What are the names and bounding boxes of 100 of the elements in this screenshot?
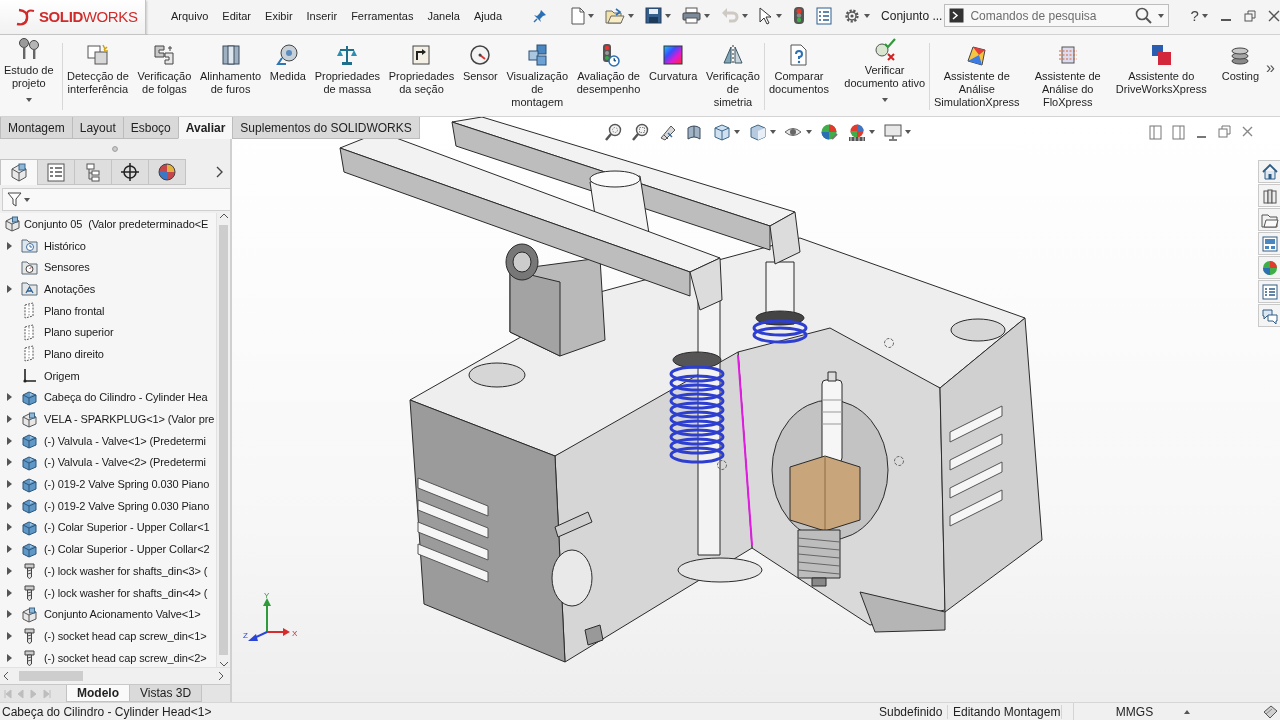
list-icon[interactable] [816, 6, 833, 25]
caret-icon[interactable] [704, 13, 711, 18]
caret-icon[interactable] [588, 13, 595, 18]
caret-icon[interactable] [1158, 13, 1165, 18]
caret-icon[interactable] [776, 13, 783, 18]
help-button[interactable]: ? [1187, 7, 1202, 24]
expand-arrow-icon[interactable] [6, 415, 12, 424]
ribbon-command[interactable]: Assistente do DriveWorksXpress [1113, 35, 1209, 115]
sectioned-cylinder-icon[interactable] [685, 122, 704, 142]
caret-icon[interactable] [881, 98, 888, 102]
scrollbar-thumb[interactable] [19, 671, 83, 681]
caret-icon[interactable] [864, 13, 871, 18]
scroll-right-icon[interactable] [218, 672, 224, 680]
ribbon-command[interactable]: Estudo de projeto [2, 35, 56, 115]
task-pane-tab[interactable] [1258, 280, 1280, 303]
expand-arrow-icon[interactable] [6, 458, 12, 467]
menu-item[interactable]: Editar [215, 4, 259, 27]
ribbon-command[interactable]: Assistente de Análise SimulationXpress [932, 35, 1022, 115]
sphere-scene-icon[interactable] [847, 122, 866, 142]
tree-item[interactable]: Plano superior [44, 326, 114, 339]
scroll-up-icon[interactable] [219, 213, 228, 219]
ribbon-command[interactable]: Detecção de interferência [65, 35, 131, 115]
vertical-scrollbar[interactable] [216, 213, 230, 667]
ribbon-command[interactable]: Avaliação de desempenho [574, 35, 643, 115]
caret-icon[interactable] [770, 130, 776, 134]
monitor-icon[interactable] [883, 122, 902, 142]
command-tab[interactable]: Layout [71, 117, 124, 139]
panel-tab[interactable] [111, 159, 149, 185]
menu-item[interactable]: Exibir [258, 4, 300, 27]
tree-item[interactable]: Histórico [44, 239, 86, 252]
expand-arrow-icon[interactable] [6, 588, 12, 597]
caret-icon[interactable] [628, 13, 635, 18]
command-tab[interactable]: Esboço [122, 117, 179, 139]
task-pane-tab[interactable] [1258, 160, 1280, 183]
ribbon-command[interactable]: Propriedades de massa [312, 35, 383, 115]
ribbon-command[interactable]: Verificação de simetria [704, 35, 762, 115]
tree-item[interactable]: Plano frontal [44, 304, 105, 317]
tree-item[interactable]: (-) 019-2 Valve Spring 0.030 Piano [44, 499, 210, 512]
expand-arrow-icon[interactable] [6, 566, 12, 575]
caret-icon[interactable] [734, 130, 740, 134]
tile-right-icon[interactable] [1172, 124, 1185, 140]
restore-icon[interactable] [1218, 124, 1231, 140]
task-pane-tab[interactable] [1258, 256, 1280, 279]
task-pane-tab[interactable] [1258, 232, 1280, 255]
cube-icon[interactable] [712, 122, 731, 142]
settings-icon[interactable] [843, 6, 862, 25]
caret-icon[interactable] [1201, 13, 1208, 18]
tree-item[interactable]: VELA - SPARKPLUG<1> (Valor pre [44, 413, 215, 426]
ribbon-command[interactable]: Propriedades da seção [386, 35, 457, 115]
tree-item[interactable]: (-) lock washer for shafts_din<4> ( [44, 586, 208, 599]
tree-item[interactable]: Anotações [44, 282, 96, 295]
command-tab[interactable]: Avaliar [177, 117, 234, 139]
tree-item[interactable]: Origem [44, 369, 80, 382]
panel-tab[interactable] [148, 159, 186, 185]
ribbon-command[interactable]: Costing [1219, 35, 1262, 115]
caret-icon[interactable] [665, 13, 672, 18]
restore-icon[interactable] [1243, 9, 1256, 22]
tree-item[interactable]: (-) Valvula - Valve<1> (Predetermi [44, 434, 206, 447]
scroll-down-icon[interactable] [219, 661, 228, 667]
menu-item[interactable]: Janela [420, 4, 467, 27]
ribbon-command[interactable]: Assistente de Análise do FloXpress [1032, 35, 1103, 115]
scroll-left-icon[interactable] [3, 672, 9, 680]
traffic-light-icon[interactable] [793, 6, 806, 25]
expand-arrow-icon[interactable] [6, 436, 12, 445]
tree-item[interactable]: (-) lock washer for shafts_din<3> ( [44, 564, 208, 577]
expand-arrow-icon[interactable] [6, 284, 12, 293]
expand-arrow-icon[interactable] [6, 480, 12, 489]
task-pane-tab[interactable] [1258, 304, 1280, 327]
expand-arrow-icon[interactable] [6, 545, 12, 554]
document-icon[interactable] [571, 6, 586, 25]
tree-item[interactable]: (-) Valvula - Valve<2> (Predetermi [44, 456, 206, 469]
more-commands-button[interactable]: » [1263, 59, 1278, 77]
tree-item[interactable]: (-) socket head cap screw_din<2> [44, 651, 207, 664]
expand-arrow-icon[interactable] [6, 631, 12, 640]
tile-left-icon[interactable] [1149, 124, 1162, 140]
printer-icon[interactable] [682, 7, 702, 24]
panel-bottom-tab[interactable]: Vistas 3D [129, 685, 203, 702]
expand-arrow-icon[interactable] [6, 653, 12, 662]
color-sphere-icon[interactable] [820, 122, 839, 142]
magnifier-icon[interactable] [631, 122, 650, 142]
caret-icon[interactable] [806, 130, 812, 134]
caret-icon[interactable] [905, 130, 911, 134]
tree-item[interactable]: Cabeça do Cilindro - Cylinder Hea [44, 391, 208, 404]
menu-item[interactable]: Ajuda [466, 4, 510, 27]
search-field[interactable]: Comandos de pesquisa [970, 8, 1130, 23]
tree-item[interactable]: (-) Colar Superior - Upper Collar<1 [44, 521, 210, 534]
search-icon[interactable] [1135, 7, 1153, 24]
menu-item[interactable]: Ferramentas [344, 4, 421, 27]
chevron-right-icon[interactable] [216, 166, 224, 178]
magnifier-icon[interactable] [604, 122, 623, 142]
menu-item[interactable]: Inserir [299, 4, 345, 27]
caret-up-icon[interactable] [1184, 709, 1190, 714]
tree-item[interactable]: Conjunto Acionamento Valve<1> [44, 608, 201, 621]
panel-bottom-tab[interactable]: Modelo [66, 685, 130, 702]
ribbon-command[interactable]: Verificação de folgas [135, 35, 194, 115]
expand-arrow-icon[interactable] [6, 501, 12, 510]
expand-arrow-icon[interactable] [6, 610, 12, 619]
shaded-cube-icon[interactable] [748, 122, 767, 142]
ribbon-command[interactable]: Sensor [460, 35, 500, 115]
search-box[interactable]: Comandos de pesquisa [944, 4, 1170, 27]
